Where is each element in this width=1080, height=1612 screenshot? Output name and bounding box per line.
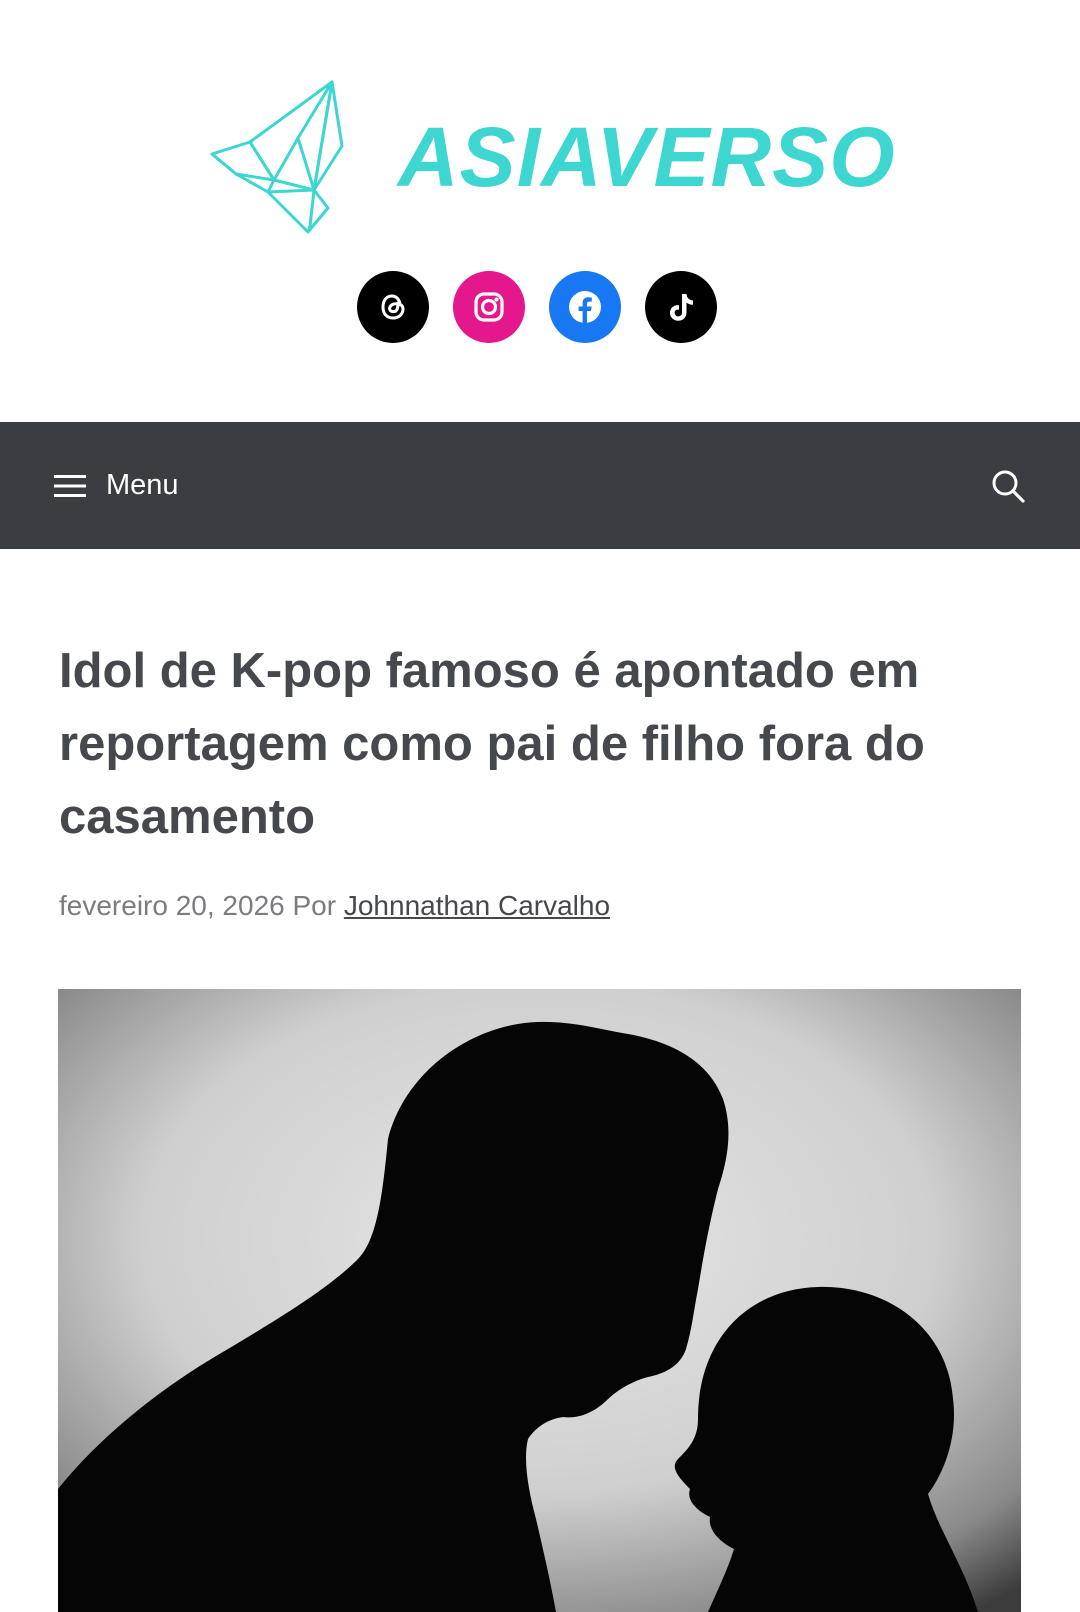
tiktok-icon xyxy=(670,294,693,321)
hamburger-icon xyxy=(54,474,86,497)
facebook-button[interactable] xyxy=(549,271,621,343)
threads-icon xyxy=(381,294,405,320)
by-label: Por xyxy=(292,890,337,921)
instagram-icon xyxy=(474,292,504,322)
origami-bird-icon xyxy=(210,80,344,234)
post-date: fevereiro 20, 2026 xyxy=(59,890,285,921)
search-icon[interactable] xyxy=(990,468,1026,504)
main-navbar: Menu xyxy=(0,422,1080,549)
threads-button[interactable] xyxy=(357,271,429,343)
silhouette-father-child-image xyxy=(58,989,1021,1612)
page: ASIAVERSO Menu Idol de K-pop famoso é ap… xyxy=(0,0,1080,1612)
site-name: ASIAVERSO xyxy=(398,110,896,204)
facebook-icon xyxy=(569,291,601,323)
article: Idol de K-pop famoso é apontado em repor… xyxy=(59,549,1021,922)
tiktok-button[interactable] xyxy=(645,271,717,343)
article-title: Idol de K-pop famoso é apontado em repor… xyxy=(59,644,925,844)
site-logo[interactable]: ASIAVERSO xyxy=(210,80,895,235)
menu-toggle-button[interactable]: Menu xyxy=(54,469,179,502)
featured-image xyxy=(58,989,1021,1612)
menu-label: Menu xyxy=(106,469,179,501)
instagram-button[interactable] xyxy=(453,271,525,343)
author-link[interactable]: Johnnathan Carvalho xyxy=(344,890,610,921)
social-links xyxy=(357,271,717,343)
site-header: ASIAVERSO xyxy=(0,0,1080,422)
article-meta: fevereiro 20, 2026 Por Johnnathan Carval… xyxy=(59,890,1021,922)
